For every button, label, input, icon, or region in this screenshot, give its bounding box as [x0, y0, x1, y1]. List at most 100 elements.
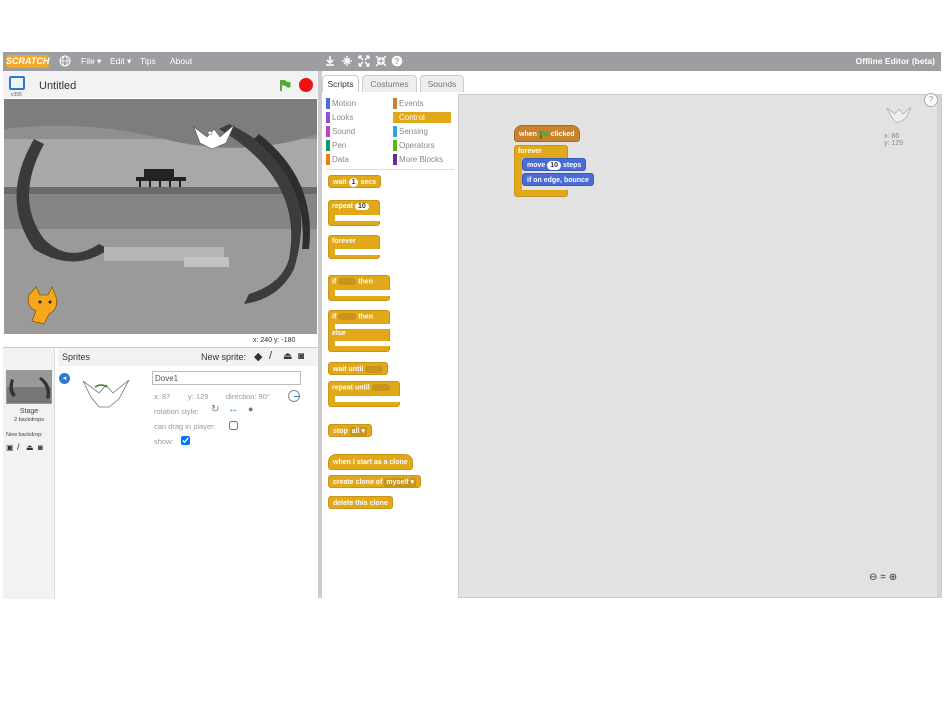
condition-slot[interactable] [371, 384, 390, 391]
sprite-x-row: x: 87 [154, 392, 170, 401]
sprite-library-icon[interactable]: ◆ [254, 350, 262, 363]
condition-slot[interactable] [338, 278, 357, 285]
stage-header: v395 Untitled [3, 71, 318, 98]
direction-label: direction: [226, 392, 257, 401]
menu-edit[interactable]: Edit ▾ [110, 56, 131, 67]
block-text: wait until [333, 366, 364, 373]
category-looks[interactable]: Looks [326, 112, 353, 123]
block-label: if [332, 313, 337, 321]
block-repeat-until[interactable]: repeat until [328, 381, 401, 407]
shrink-icon[interactable] [375, 55, 387, 67]
upload-backdrop-icon[interactable]: ⏏ [26, 443, 34, 452]
block-when-flag-clicked[interactable]: when clicked [514, 125, 580, 142]
category-color-bar [393, 154, 397, 165]
block-help-icon[interactable]: ? [391, 55, 403, 67]
block-wait-secs[interactable]: wait 1 secs [328, 175, 382, 188]
sprite-info-back-icon[interactable]: ◂ [59, 373, 70, 384]
block-if-else[interactable]: if then else [328, 310, 391, 352]
menu-about[interactable]: About [170, 56, 192, 66]
zoom-in-icon[interactable]: ⊕ [889, 572, 897, 583]
stop-button[interactable] [299, 78, 313, 92]
mouse-coords: x: 240 y: -180 [253, 337, 296, 344]
paint-backdrop-icon[interactable]: / [17, 442, 20, 452]
condition-slot[interactable] [338, 313, 357, 320]
backdrop-library-icon[interactable]: ▣ [6, 443, 14, 452]
category-data[interactable]: Data [326, 154, 349, 165]
block-bounce[interactable]: if on edge, bounce [522, 173, 594, 186]
grow-icon[interactable] [358, 55, 370, 67]
category-events[interactable]: Events [393, 98, 423, 109]
sprites-title: Sprites [62, 352, 91, 362]
block-text: if then [332, 313, 373, 320]
block-wait-until[interactable]: wait until [328, 362, 389, 375]
delete-cut-icon[interactable] [341, 55, 353, 67]
block-stop[interactable]: stop all ▾ [328, 424, 372, 437]
block-if-then[interactable]: if then [328, 275, 391, 301]
version-label: v395 [11, 92, 22, 98]
sprite-name-input[interactable] [152, 371, 301, 385]
block-text: create clone of [333, 479, 383, 486]
block-repeat[interactable]: repeat 10 [328, 200, 381, 226]
script-scrollbar[interactable] [937, 95, 941, 597]
block-when-clone-start[interactable]: when I start as a clone [328, 454, 413, 470]
rotate-all-around-icon[interactable]: ↻ [211, 404, 219, 415]
upload-sprite-icon[interactable]: ⏏ [283, 351, 292, 362]
duplicate-icon[interactable] [324, 55, 336, 67]
paint-sprite-icon[interactable]: / [269, 350, 272, 362]
direction-value: 90° [258, 392, 270, 401]
category-label: Sensing [399, 127, 428, 136]
small-stage-icon[interactable] [9, 76, 25, 90]
left-right-icon[interactable]: ↔ [228, 404, 238, 415]
zoom-reset-icon[interactable]: = [880, 572, 886, 583]
condition-slot[interactable] [365, 365, 384, 373]
zoom-out-icon[interactable]: ⊖ [869, 572, 877, 583]
scratch-logo[interactable]: SCRATCH [6, 55, 49, 68]
project-title[interactable]: Untitled [39, 80, 76, 92]
tab-scripts[interactable]: Scripts [322, 75, 359, 92]
category-pen[interactable]: Pen [326, 140, 346, 151]
show-label: show: [154, 437, 174, 446]
rotation-style-label: rotation style: [154, 407, 199, 416]
block-forever-script[interactable]: forever [514, 145, 569, 197]
menu-file[interactable]: File ▾ [81, 56, 101, 67]
help-icon[interactable]: ? [924, 93, 938, 107]
block-input[interactable]: 10 [354, 203, 369, 210]
tab-sounds[interactable]: Sounds [420, 75, 464, 92]
block-text: wait [333, 179, 347, 186]
stage-thumbnail[interactable] [6, 370, 52, 404]
block-create-clone[interactable]: create clone of myself ▾ [328, 475, 422, 488]
drag-checkbox[interactable] [229, 421, 238, 430]
globe-icon[interactable] [59, 55, 71, 67]
dont-rotate-icon[interactable]: ● [248, 404, 253, 414]
stage-canvas[interactable] [4, 99, 317, 334]
block-label: repeat until [332, 384, 370, 392]
block-label: then [358, 313, 373, 321]
stop-dropdown[interactable]: all ▾ [349, 427, 367, 436]
menu-tips[interactable]: Tips [140, 56, 156, 66]
clone-dropdown[interactable]: myself ▾ [384, 478, 417, 487]
show-checkbox[interactable] [181, 436, 190, 445]
c-slot [335, 341, 391, 346]
category-operators[interactable]: Operators [393, 140, 435, 151]
block-delete-clone[interactable]: delete this clone [328, 496, 393, 509]
category-label: Looks [332, 113, 354, 122]
camera-sprite-icon[interactable]: ◙ [298, 351, 304, 362]
camera-backdrop-icon[interactable]: ◙ [38, 443, 43, 452]
block-forever[interactable]: forever [328, 235, 381, 259]
drag-label: can drag in player: [154, 422, 216, 431]
script-area[interactable]: when clicked forever move 10 steps if on… [458, 94, 942, 598]
sprite-dove-thumbnail[interactable] [81, 377, 131, 413]
green-flag-icon[interactable] [279, 79, 291, 91]
block-input[interactable]: 1 [348, 178, 359, 187]
category-sensing[interactable]: Sensing [393, 126, 428, 137]
category-sound[interactable]: Sound [326, 126, 355, 137]
block-input[interactable]: 10 [547, 161, 562, 170]
category-color-bar [393, 98, 397, 109]
category-motion[interactable]: Motion [326, 98, 356, 109]
tab-costumes[interactable]: Costumes [362, 75, 417, 92]
direction-dial[interactable] [288, 390, 300, 402]
block-move-steps[interactable]: move 10 steps [522, 158, 587, 171]
category-label: Operators [399, 141, 435, 150]
category-more-blocks[interactable]: More Blocks [393, 154, 443, 165]
category-control[interactable]: Control [393, 112, 451, 123]
